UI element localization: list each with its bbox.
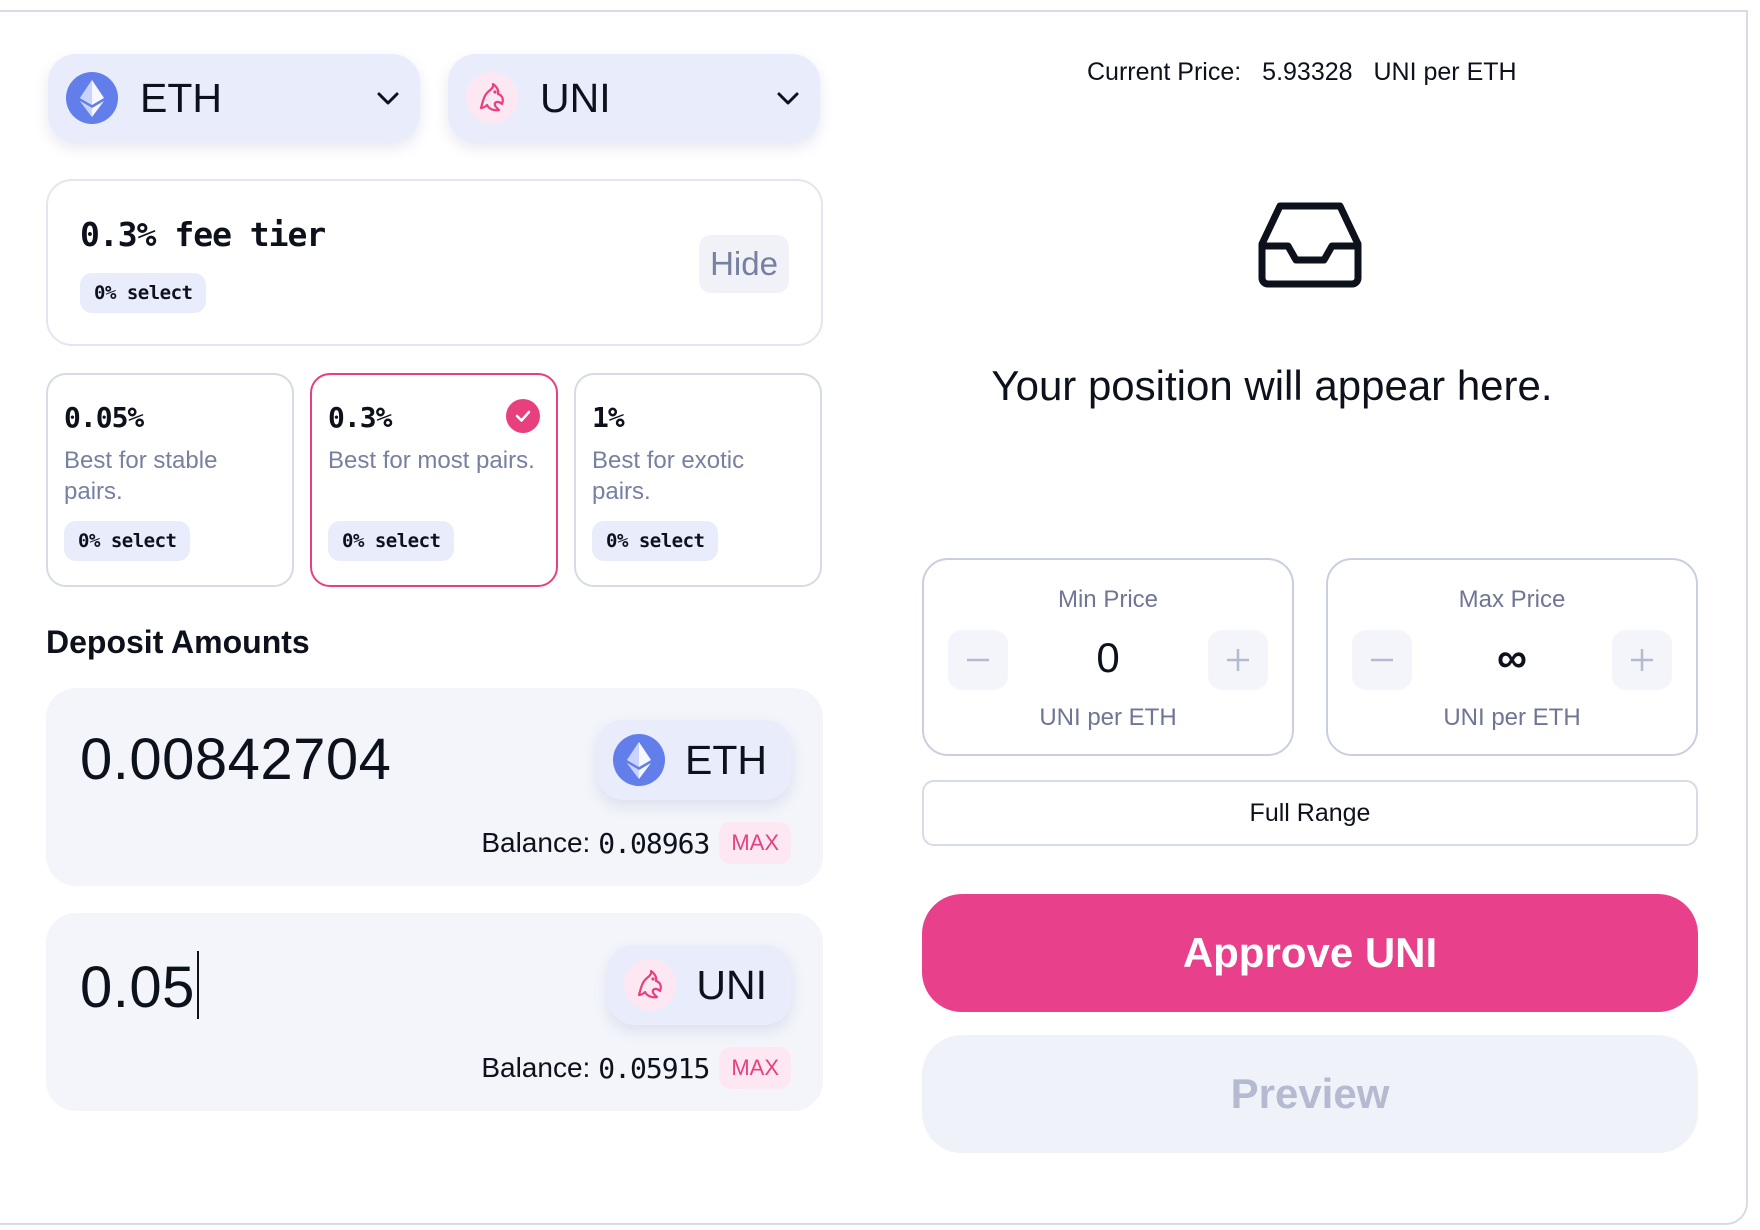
position-placeholder: Your position will appear here. <box>991 362 1553 409</box>
uniswap-icon <box>624 959 677 1011</box>
deposit-amount-field[interactable]: 0.00842704 <box>80 726 391 793</box>
deposit-token-label: ETH <box>685 736 767 783</box>
balance-label: Balance: <box>481 827 591 858</box>
fee-option-desc: Best for most pairs. <box>328 447 535 474</box>
fee-option-pct: 0.3% <box>328 401 392 434</box>
balance-row: Balance: 0.08963 MAX <box>481 822 791 864</box>
deposit-amount-field[interactable]: 0.05 <box>80 951 199 1021</box>
deposit-amount-value: 0.05 <box>80 955 195 1020</box>
fee-option-0-3[interactable]: 0.3% Best for most pairs. 0% select <box>310 373 558 587</box>
token-b-select[interactable]: UNI <box>448 54 820 142</box>
fee-option-badge: 0% select <box>592 521 719 561</box>
min-price-unit: UNI per ETH <box>1039 704 1177 731</box>
uniswap-icon <box>466 72 518 124</box>
max-button[interactable]: MAX <box>719 1047 791 1089</box>
balance-value: 0.05915 <box>598 1051 710 1085</box>
current-price-value: 5.93328 <box>1262 58 1353 86</box>
max-price-unit: UNI per ETH <box>1443 704 1581 731</box>
current-price-unit: UNI per ETH <box>1373 58 1517 86</box>
chevron-down-icon <box>377 92 399 105</box>
checkmark-icon <box>506 399 540 433</box>
plus-icon <box>1631 649 1653 671</box>
min-price-box: Min Price 0 UNI per ETH <box>922 558 1294 756</box>
fee-option-desc: Best for exotic pairs. <box>592 447 745 505</box>
max-button[interactable]: MAX <box>719 822 791 864</box>
token-a-select[interactable]: ETH <box>48 54 420 142</box>
fee-tier-summary: 0.3% fee tier 0% select Hide <box>46 179 823 346</box>
hide-button[interactable]: Hide <box>699 235 789 293</box>
min-price-increment-button[interactable] <box>1208 630 1268 690</box>
fee-option-desc: Best for stable pairs. <box>64 447 218 505</box>
deposit-amounts-title: Deposit Amounts <box>46 624 310 660</box>
max-price-box: Max Price ∞ UNI per ETH <box>1326 558 1698 756</box>
max-price-label: Max Price <box>1458 586 1566 613</box>
current-price: Current Price: 5.93328 UNI per ETH <box>1087 58 1531 87</box>
ethereum-icon <box>66 72 118 124</box>
current-price-label: Current Price: <box>1087 58 1242 86</box>
deposit-token-label: UNI <box>696 961 767 1008</box>
fee-tier-title: 0.3% fee tier <box>80 215 326 254</box>
fee-option-badge: 0% select <box>328 521 455 561</box>
ethereum-icon <box>613 734 665 786</box>
plus-icon <box>1227 649 1249 671</box>
full-range-button[interactable]: Full Range <box>922 780 1698 846</box>
inbox-icon <box>1258 202 1362 288</box>
preview-button[interactable]: Preview <box>922 1035 1698 1153</box>
min-price-label: Min Price <box>1057 586 1159 613</box>
token-a-label: ETH <box>140 74 222 121</box>
fee-option-0-05[interactable]: 0.05% Best for stable pairs. 0% select <box>46 373 294 587</box>
deposit-input-uni[interactable]: 0.05 UNI Balance: 0.05915 MAX <box>46 913 823 1111</box>
balance-label: Balance: <box>481 1052 591 1083</box>
deposit-amount-value: 0.00842704 <box>80 727 392 792</box>
approve-uni-button[interactable]: Approve UNI <box>922 894 1698 1012</box>
fee-option-pct: 0.05% <box>64 401 144 434</box>
deposit-token-chip: UNI <box>608 945 791 1025</box>
max-price-increment-button[interactable] <box>1612 630 1672 690</box>
balance-value: 0.08963 <box>598 826 710 860</box>
fee-option-pct: 1% <box>592 401 625 434</box>
deposit-input-eth[interactable]: 0.00842704 ETH Balance: 0.08963 MAX <box>46 688 823 886</box>
fee-option-1[interactable]: 1% Best for exotic pairs. 0% select <box>574 373 822 587</box>
fee-option-badge: 0% select <box>64 521 191 561</box>
balance-row: Balance: 0.05915 MAX <box>481 1047 791 1089</box>
text-cursor <box>196 951 199 1019</box>
fee-tier-select-badge: 0% select <box>80 273 207 313</box>
chevron-down-icon <box>777 92 799 105</box>
deposit-token-chip: ETH <box>597 720 791 800</box>
token-b-label: UNI <box>540 74 611 121</box>
